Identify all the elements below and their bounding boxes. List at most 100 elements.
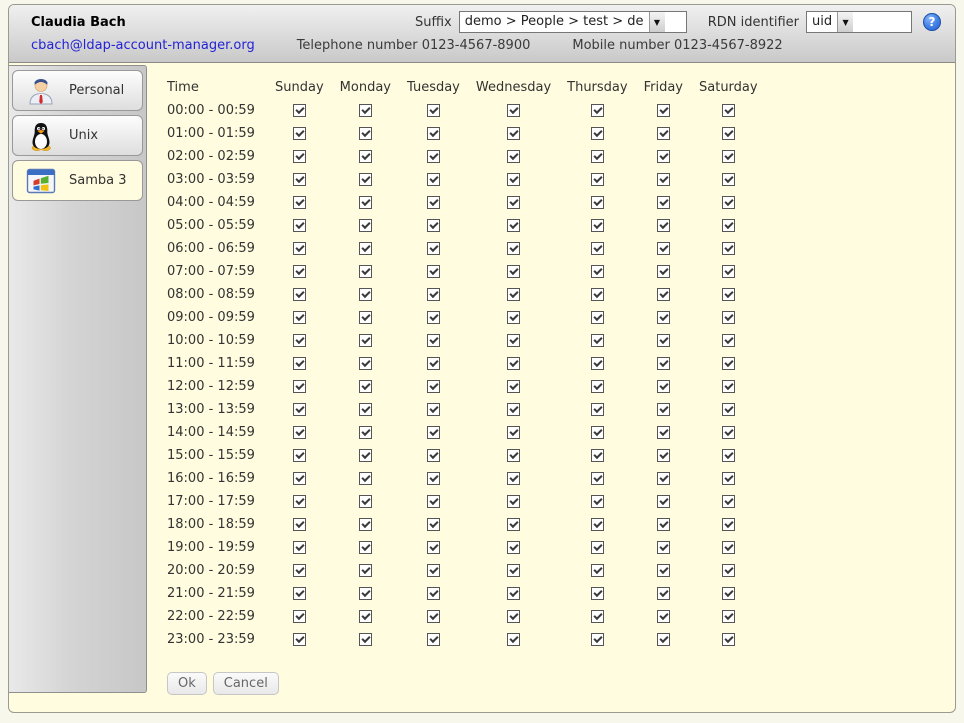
cancel-button[interactable]: Cancel [213,672,279,695]
hour-checkbox[interactable] [722,311,735,324]
hour-checkbox[interactable] [427,541,440,554]
hour-checkbox[interactable] [359,541,372,554]
hour-checkbox[interactable] [427,288,440,301]
hour-checkbox[interactable] [293,449,306,462]
hour-checkbox[interactable] [591,265,604,278]
hour-checkbox[interactable] [293,104,306,117]
hour-checkbox[interactable] [507,265,520,278]
chevron-down-icon[interactable]: ▼ [837,12,853,32]
hour-checkbox[interactable] [657,173,670,186]
hour-checkbox[interactable] [722,610,735,623]
hour-checkbox[interactable] [657,127,670,140]
tab-samba3[interactable]: Samba 3 [12,160,143,201]
hour-checkbox[interactable] [293,587,306,600]
hour-checkbox[interactable] [359,288,372,301]
hour-checkbox[interactable] [507,219,520,232]
hour-checkbox[interactable] [591,610,604,623]
hour-checkbox[interactable] [359,633,372,646]
hour-checkbox[interactable] [359,127,372,140]
hour-checkbox[interactable] [427,150,440,163]
hour-checkbox[interactable] [591,104,604,117]
hour-checkbox[interactable] [722,334,735,347]
hour-checkbox[interactable] [427,518,440,531]
chevron-down-icon[interactable]: ▼ [649,12,665,32]
hour-checkbox[interactable] [293,518,306,531]
hour-checkbox[interactable] [293,334,306,347]
hour-checkbox[interactable] [507,311,520,324]
hour-checkbox[interactable] [427,242,440,255]
hour-checkbox[interactable] [722,426,735,439]
tab-unix[interactable]: Unix [12,115,143,156]
hour-checkbox[interactable] [427,426,440,439]
hour-checkbox[interactable] [657,426,670,439]
hour-checkbox[interactable] [591,288,604,301]
hour-checkbox[interactable] [657,587,670,600]
hour-checkbox[interactable] [657,633,670,646]
hour-checkbox[interactable] [722,472,735,485]
hour-checkbox[interactable] [722,150,735,163]
hour-checkbox[interactable] [359,426,372,439]
hour-checkbox[interactable] [359,564,372,577]
rdn-identifier-select[interactable]: uid ▼ [806,11,912,33]
hour-checkbox[interactable] [359,357,372,370]
hour-checkbox[interactable] [591,380,604,393]
hour-checkbox[interactable] [591,242,604,255]
hour-checkbox[interactable] [359,449,372,462]
hour-checkbox[interactable] [293,265,306,278]
hour-checkbox[interactable] [591,357,604,370]
hour-checkbox[interactable] [507,196,520,209]
hour-checkbox[interactable] [722,380,735,393]
hour-checkbox[interactable] [427,610,440,623]
hour-checkbox[interactable] [359,380,372,393]
hour-checkbox[interactable] [427,587,440,600]
hour-checkbox[interactable] [722,403,735,416]
hour-checkbox[interactable] [507,150,520,163]
hour-checkbox[interactable] [591,541,604,554]
hour-checkbox[interactable] [293,196,306,209]
hour-checkbox[interactable] [507,587,520,600]
hour-checkbox[interactable] [657,449,670,462]
hour-checkbox[interactable] [591,219,604,232]
hour-checkbox[interactable] [359,265,372,278]
hour-checkbox[interactable] [427,196,440,209]
hour-checkbox[interactable] [591,518,604,531]
hour-checkbox[interactable] [657,610,670,623]
hour-checkbox[interactable] [359,518,372,531]
hour-checkbox[interactable] [507,426,520,439]
hour-checkbox[interactable] [591,449,604,462]
hour-checkbox[interactable] [427,311,440,324]
hour-checkbox[interactable] [591,173,604,186]
hour-checkbox[interactable] [591,334,604,347]
hour-checkbox[interactable] [293,127,306,140]
hour-checkbox[interactable] [591,150,604,163]
hour-checkbox[interactable] [722,196,735,209]
hour-checkbox[interactable] [591,403,604,416]
hour-checkbox[interactable] [591,587,604,600]
hour-checkbox[interactable] [359,403,372,416]
hour-checkbox[interactable] [507,610,520,623]
hour-checkbox[interactable] [293,495,306,508]
hour-checkbox[interactable] [591,311,604,324]
hour-checkbox[interactable] [507,564,520,577]
hour-checkbox[interactable] [427,173,440,186]
hour-checkbox[interactable] [657,104,670,117]
suffix-select[interactable]: demo > People > test > de ▼ [459,11,687,33]
hour-checkbox[interactable] [657,288,670,301]
hour-checkbox[interactable] [293,150,306,163]
hour-checkbox[interactable] [427,219,440,232]
hour-checkbox[interactable] [657,564,670,577]
ok-button[interactable]: Ok [167,672,207,695]
hour-checkbox[interactable] [722,357,735,370]
hour-checkbox[interactable] [427,127,440,140]
hour-checkbox[interactable] [507,288,520,301]
hour-checkbox[interactable] [293,541,306,554]
hour-checkbox[interactable] [722,564,735,577]
hour-checkbox[interactable] [722,495,735,508]
hour-checkbox[interactable] [293,403,306,416]
hour-checkbox[interactable] [722,127,735,140]
hour-checkbox[interactable] [657,518,670,531]
hour-checkbox[interactable] [359,472,372,485]
hour-checkbox[interactable] [359,610,372,623]
hour-checkbox[interactable] [507,357,520,370]
hour-checkbox[interactable] [657,380,670,393]
